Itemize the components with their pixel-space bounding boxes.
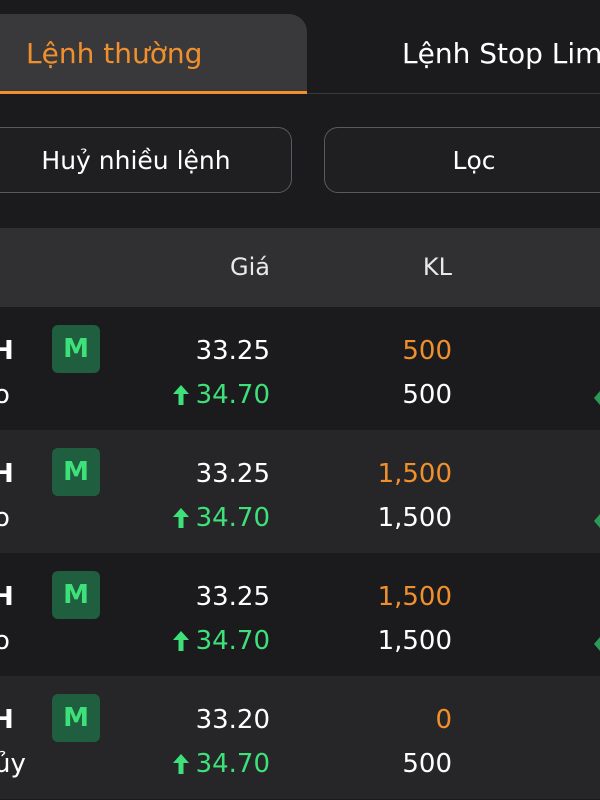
order-type-tabs: Lệnh thường Lệnh Stop Limi xyxy=(0,0,600,94)
tab-normal-order-label[interactable]: Lệnh thường xyxy=(26,36,202,72)
tab-stop-limit-order-label[interactable]: Lệnh Stop Limi xyxy=(402,36,600,72)
row-order-quantity: 1,500 xyxy=(377,582,452,612)
row-market-price-value: 34.70 xyxy=(195,749,270,779)
row-market-price: 34.70 xyxy=(170,502,270,534)
partial-arrow-icon xyxy=(594,637,600,651)
column-header-price: Giá xyxy=(230,253,270,281)
order-type-badge: M xyxy=(52,325,100,373)
row-symbol: H xyxy=(0,582,14,612)
row-status: o xyxy=(0,380,10,410)
row-matched-quantity: 500 xyxy=(402,380,452,410)
row-status: ủy xyxy=(0,749,26,779)
row-market-price-value: 34.70 xyxy=(195,380,270,410)
order-type-badge: M xyxy=(52,448,100,496)
row-matched-quantity: 500 xyxy=(402,749,452,779)
cancel-multiple-orders-button[interactable]: Huỷ nhiều lệnh xyxy=(0,127,292,193)
table-row[interactable]: H o M 33.25 34.70 500 500 xyxy=(0,307,600,430)
row-symbol: H xyxy=(0,459,14,489)
table-row[interactable]: H ủy M 33.20 34.70 0 500 xyxy=(0,676,600,799)
row-status: o xyxy=(0,503,10,533)
order-type-badge: M xyxy=(52,694,100,742)
filter-button[interactable]: Lọc xyxy=(324,127,600,193)
partial-arrow-icon xyxy=(594,514,600,528)
row-order-price: 33.25 xyxy=(195,582,270,612)
partial-arrow-icon xyxy=(594,391,600,405)
arrow-up-icon xyxy=(172,385,189,405)
row-order-quantity: 1,500 xyxy=(377,459,452,489)
table-row[interactable]: H o M 33.25 34.70 1,500 1,500 xyxy=(0,553,600,676)
arrow-up-icon xyxy=(172,754,189,774)
row-matched-quantity: 1,500 xyxy=(377,626,452,656)
row-order-price: 33.25 xyxy=(195,459,270,489)
column-header-quantity: KL xyxy=(422,253,452,281)
row-market-price-value: 34.70 xyxy=(195,503,270,533)
row-symbol: H xyxy=(0,705,14,735)
row-market-price-value: 34.70 xyxy=(195,626,270,656)
row-market-price: 34.70 xyxy=(170,379,270,411)
row-matched-quantity: 1,500 xyxy=(377,503,452,533)
tab-active-indicator xyxy=(0,91,307,94)
arrow-up-icon xyxy=(172,508,189,528)
row-market-price: 34.70 xyxy=(170,748,270,780)
row-order-price: 33.25 xyxy=(195,336,270,366)
row-symbol: H xyxy=(0,336,14,366)
row-order-price: 33.20 xyxy=(195,705,270,735)
row-market-price: 34.70 xyxy=(170,625,270,657)
order-type-badge: M xyxy=(52,571,100,619)
row-status: o xyxy=(0,626,10,656)
row-order-quantity: 0 xyxy=(435,705,452,735)
arrow-up-icon xyxy=(172,631,189,651)
row-order-quantity: 500 xyxy=(402,336,452,366)
table-row[interactable]: H o M 33.25 34.70 1,500 1,500 xyxy=(0,430,600,553)
table-header: Giá KL xyxy=(0,228,600,307)
